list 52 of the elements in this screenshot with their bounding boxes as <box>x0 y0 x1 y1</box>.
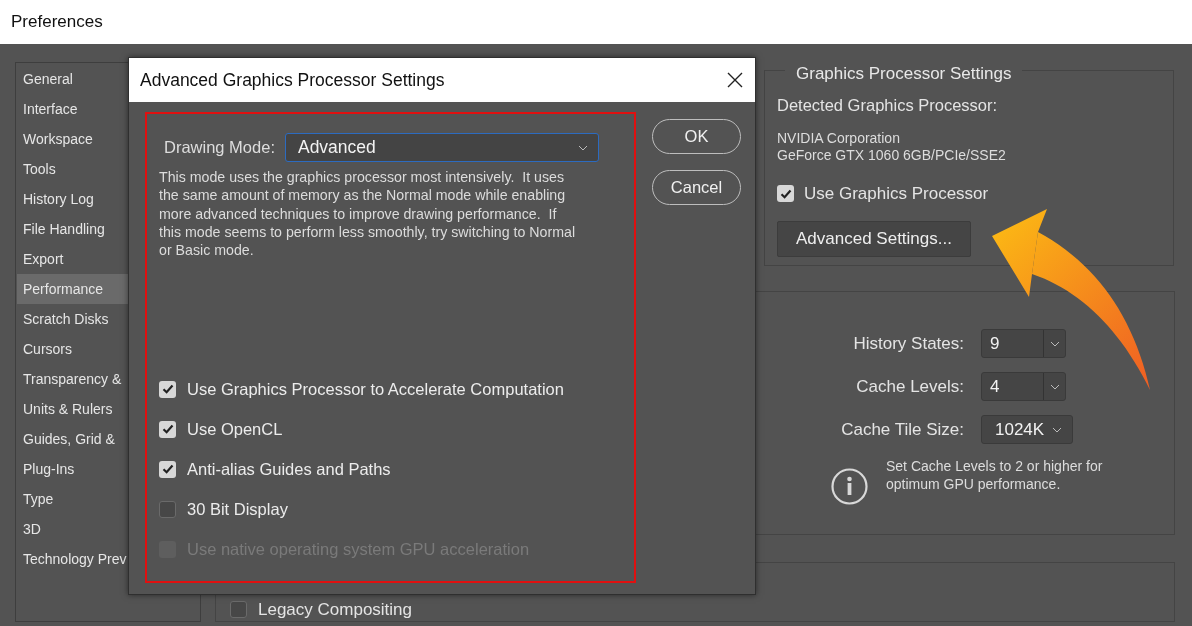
field-label: Cache Tile Size: <box>840 418 964 441</box>
close-icon[interactable] <box>727 72 743 88</box>
dropdown-field[interactable]: 9 <box>981 329 1066 358</box>
sidebar-item[interactable]: Transparency & <box>17 364 128 394</box>
gpu-vendor-text: NVIDIA Corporation <box>777 129 901 147</box>
checkbox[interactable] <box>230 601 247 619</box>
drawing-mode-dropdown[interactable]: Advanced <box>284 133 599 162</box>
window-title: Preferences <box>0 0 1192 44</box>
sidebar-item[interactable]: Scratch Disks <box>17 304 128 334</box>
caret-icon <box>577 144 588 151</box>
caret-icon <box>1049 340 1060 347</box>
field-label: Cache Levels: <box>855 375 964 398</box>
sidebar-item[interactable]: Technology Prev <box>17 544 128 574</box>
field-label: History States: <box>852 332 964 355</box>
info-text: Set Cache Levels to 2 or higher for optimum GPU performance. <box>886 457 1104 494</box>
sidebar-item[interactable]: 3D <box>17 514 128 544</box>
checkbox-label: Use Graphics Processor to Accelerate Computation <box>187 379 564 401</box>
gpu-model-text: GeForce GTX 1060 6GB/PCIe/SSE2 <box>777 146 1007 164</box>
sidebar-item[interactable]: Tools <box>17 154 128 184</box>
info-icon <box>831 468 868 505</box>
sidebar-item[interactable]: Cursors <box>17 334 128 364</box>
sidebar-item[interactable]: History Log <box>17 184 128 214</box>
sidebar-item[interactable]: General <box>17 64 128 94</box>
description-text: This mode uses the graphics processor most intensively. It uses the same amount of memory as the Normal mode while enabling more advanced techniques to improve drawing performance. If this mode seems to perform less smoothly, try switching to Normal or Basic mode. <box>159 168 577 260</box>
checkbox-label: Use OpenCL <box>187 419 283 441</box>
advanced-settings-button[interactable]: Advanced Settings... <box>777 221 971 257</box>
arrow-tail <box>1100 318 1150 390</box>
checkbox[interactable] <box>159 421 176 438</box>
checkbox-label: Use Graphics Processor <box>804 182 989 205</box>
sidebar-item[interactable]: Type <box>17 484 128 514</box>
checkbox[interactable] <box>159 501 176 518</box>
dropdown-field[interactable]: 4 <box>981 372 1066 401</box>
checkbox[interactable] <box>159 381 176 398</box>
sidebar-item[interactable]: Guides, Grid & <box>17 424 128 454</box>
caret-icon <box>1052 426 1062 433</box>
field-label: Drawing Mode: <box>163 137 275 159</box>
sidebar-item[interactable]: Workspace <box>17 124 128 154</box>
caret-icon <box>1049 383 1060 390</box>
sidebar-item[interactable]: Units & Rulers <box>17 394 128 424</box>
sidebar-item[interactable]: Interface <box>17 94 128 124</box>
checkbox-label: Legacy Compositing <box>258 599 413 621</box>
group-label: Detected Graphics Processor: <box>777 95 999 116</box>
checkbox-label: 30 Bit Display <box>187 499 288 521</box>
sidebar-item[interactable]: Plug-Ins <box>17 454 128 484</box>
checkbox[interactable] <box>159 461 176 478</box>
dropdown-field[interactable]: 1024K <box>981 415 1073 444</box>
dialog-title: Advanced Graphics Processor Settings <box>140 68 445 92</box>
checkbox-label: Anti-alias Guides and Paths <box>187 459 391 481</box>
checkbox[interactable] <box>777 185 794 202</box>
sidebar-item[interactable]: Performance <box>17 274 128 304</box>
sidebar-item[interactable]: Export <box>17 244 128 274</box>
sidebar-item[interactable]: File Handling <box>17 214 128 244</box>
